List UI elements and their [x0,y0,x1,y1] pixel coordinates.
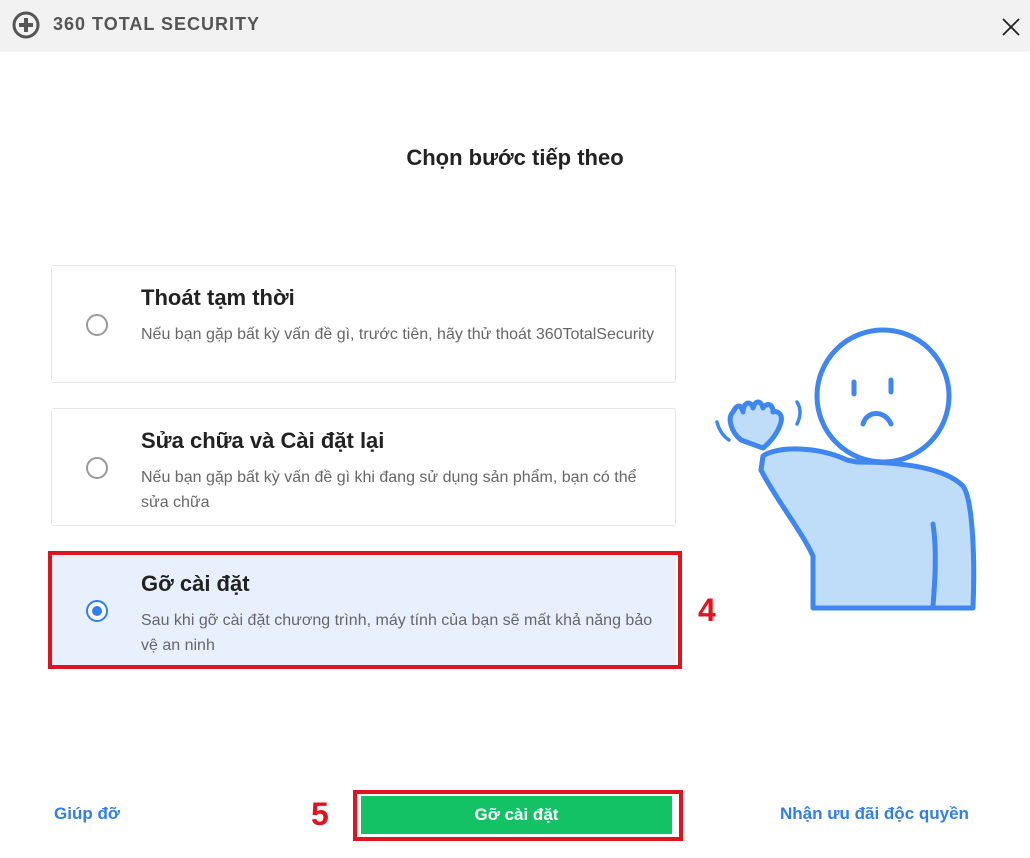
exclusive-offer-link[interactable]: Nhận ưu đãi độc quyền [780,804,969,824]
annotation-highlight-button [353,790,683,841]
title-bar: 360 TOTAL SECURITY [0,0,1030,52]
option-title: Thoát tạm thời [141,285,295,310]
radio-button[interactable] [86,457,108,479]
waving-person-illustration [715,327,977,611]
radio-button[interactable] [86,314,108,336]
option-description: Nếu bạn gặp bất kỳ vấn đề gì khi đang sử… [141,469,637,511]
option-repair-reinstall[interactable]: Sửa chữa và Cài đặt lại Nếu bạn gặp bất … [51,408,676,526]
option-description: Nếu bạn gặp bất kỳ vấn đề gì, trước tiên… [141,326,655,343]
app-brand: 360 TOTAL SECURITY [53,14,261,34]
help-link[interactable]: Giúp đỡ [54,804,120,824]
option-title: Sửa chữa và Cài đặt lại [141,428,385,453]
annotation-step-5: 5 [311,796,329,832]
option-exit-temporarily[interactable]: Thoát tạm thời Nếu bạn gặp bất kỳ vấn đề… [51,265,676,383]
close-icon[interactable] [996,12,1026,42]
plus-circle-icon [12,11,40,39]
page-title: Chọn bước tiếp theo [406,145,624,170]
annotation-highlight-option [48,551,682,669]
